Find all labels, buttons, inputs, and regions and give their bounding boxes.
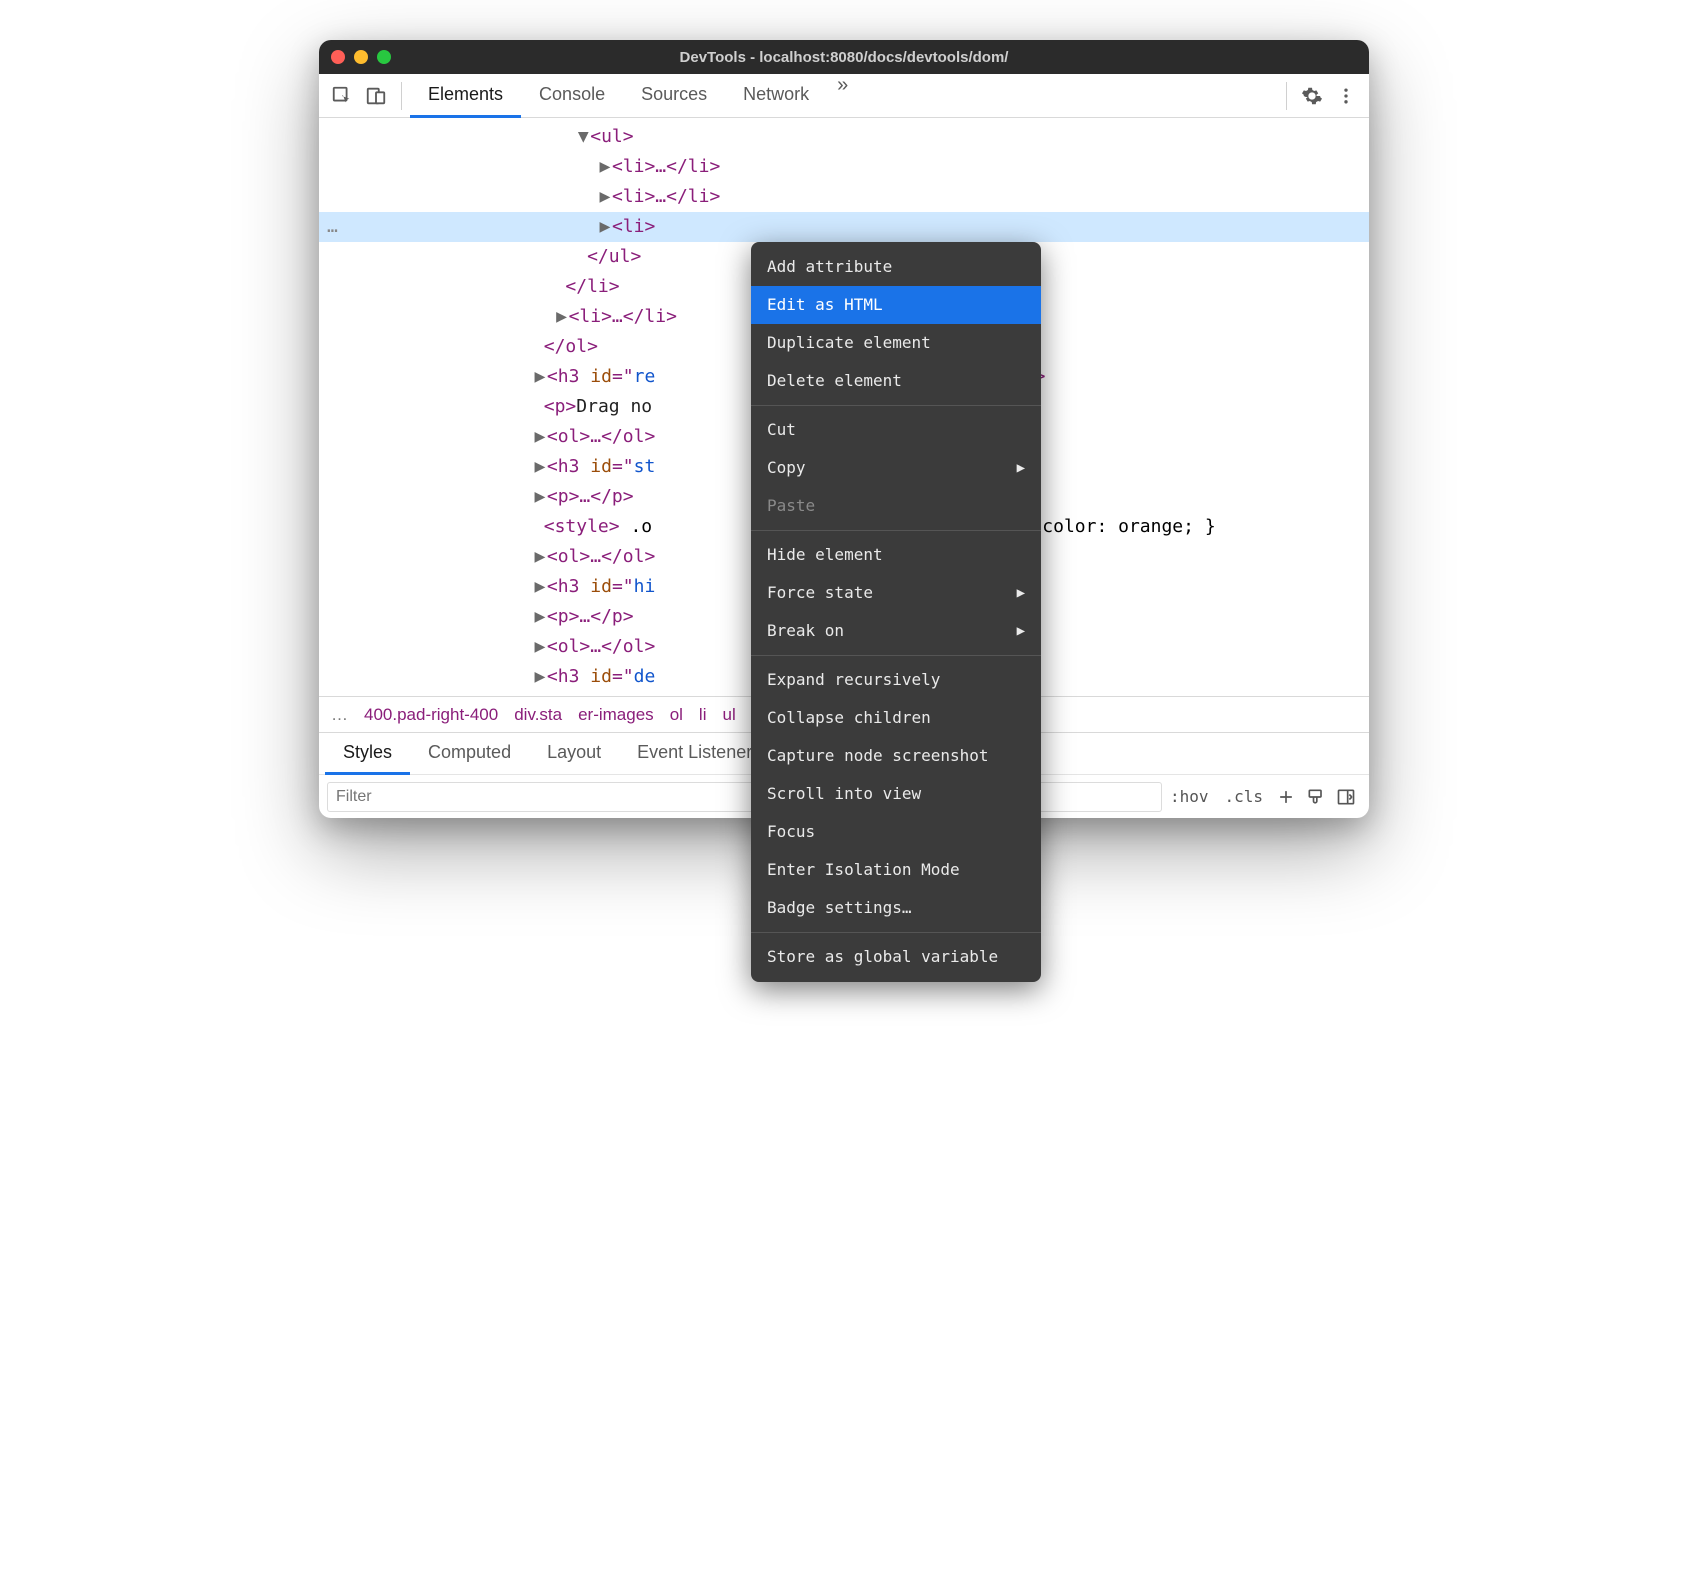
more-options-icon[interactable] <box>1329 86 1363 106</box>
context-menu-label: Store as global variable <box>767 942 998 972</box>
devtools-window: DevTools - localhost:8080/docs/devtools/… <box>319 40 1369 818</box>
crumb[interactable]: div.sta <box>514 705 562 725</box>
toolbar-separator <box>401 82 402 110</box>
minimize-window-button[interactable] <box>354 50 368 64</box>
context-menu-separator <box>751 405 1041 406</box>
context-menu-separator <box>751 932 1041 933</box>
context-menu-item[interactable]: Delete element <box>751 362 1041 400</box>
new-style-rule-icon[interactable] <box>1271 787 1301 807</box>
context-menu-item[interactable]: Focus <box>751 813 1041 851</box>
context-menu-label: Scroll into view <box>767 779 921 809</box>
tree-row[interactable]: ▼<ul> <box>319 122 1369 152</box>
context-menu-separator <box>751 530 1041 531</box>
context-menu-label: Badge settings… <box>767 893 912 923</box>
tree-row[interactable]: ▶<li>…</li> <box>319 152 1369 182</box>
context-menu: Add attribute Edit as HTML Duplicate eleme… <box>751 242 1041 982</box>
context-menu-item[interactable]: Edit as HTML <box>751 286 1041 324</box>
context-menu-label: Delete element <box>767 366 902 396</box>
context-menu-label: Capture node screenshot <box>767 741 989 771</box>
context-menu-item[interactable]: Badge settings… <box>751 889 1041 927</box>
paint-brush-icon[interactable] <box>1301 787 1331 807</box>
close-window-button[interactable] <box>331 50 345 64</box>
context-menu-separator <box>751 655 1041 656</box>
context-menu-label: Expand recursively <box>767 665 940 695</box>
context-menu-label: Add attribute <box>767 252 892 282</box>
submenu-arrow-icon: ▶ <box>1017 616 1025 646</box>
context-menu-label: Collapse children <box>767 703 931 733</box>
context-menu-item[interactable]: Capture node screenshot <box>751 737 1041 775</box>
context-menu-label: Copy <box>767 453 806 483</box>
crumb[interactable]: ul <box>722 705 735 725</box>
context-menu-item[interactable]: Force state ▶ <box>751 574 1041 612</box>
context-menu-item[interactable]: Copy ▶ <box>751 449 1041 487</box>
context-menu-label: Force state <box>767 578 873 608</box>
context-menu-label: Enter Isolation Mode <box>767 855 960 885</box>
submenu-arrow-icon: ▶ <box>1017 453 1025 483</box>
zoom-window-button[interactable] <box>377 50 391 64</box>
context-menu-label: Edit as HTML <box>767 290 883 320</box>
device-toolbar-icon[interactable] <box>359 79 393 113</box>
crumb[interactable]: ol <box>670 705 683 725</box>
crumb[interactable]: li <box>699 705 707 725</box>
crumb[interactable]: 400.pad-right-400 <box>364 705 498 725</box>
titlebar: DevTools - localhost:8080/docs/devtools/… <box>319 40 1369 74</box>
context-menu-item[interactable]: Enter Isolation Mode <box>751 851 1041 889</box>
tab-network[interactable]: Network <box>725 74 827 118</box>
panel-tabs: Elements Console Sources Network » <box>410 74 858 118</box>
subtab-styles[interactable]: Styles <box>325 733 410 775</box>
context-menu-label: Break on <box>767 616 844 646</box>
tree-row-selected[interactable]: … ▶<li> <box>319 212 1369 242</box>
inspect-element-icon[interactable] <box>325 79 359 113</box>
context-menu-label: Focus <box>767 817 815 847</box>
context-menu-item[interactable]: Expand recursively <box>751 661 1041 699</box>
submenu-arrow-icon: ▶ <box>1017 578 1025 608</box>
context-menu-item[interactable]: Break on ▶ <box>751 612 1041 650</box>
tab-console[interactable]: Console <box>521 74 623 118</box>
context-menu-label: Hide element <box>767 540 883 570</box>
crumb[interactable]: er-images <box>578 705 654 725</box>
tab-elements[interactable]: Elements <box>410 74 521 118</box>
main-toolbar: Elements Console Sources Network » <box>319 74 1369 118</box>
computed-sidebar-toggle-icon[interactable] <box>1331 787 1361 807</box>
context-menu-label: Cut <box>767 415 796 445</box>
cls-toggle[interactable]: .cls <box>1216 787 1271 806</box>
context-menu-label: Paste <box>767 491 815 521</box>
context-menu-item[interactable]: Collapse children <box>751 699 1041 737</box>
context-menu-item[interactable]: Store as global variable <box>751 938 1041 976</box>
context-menu-item[interactable]: Add attribute <box>751 248 1041 286</box>
hov-toggle[interactable]: :hov <box>1162 787 1217 806</box>
context-menu-item[interactable]: Cut <box>751 411 1041 449</box>
context-menu-item[interactable]: Scroll into view <box>751 775 1041 813</box>
traffic-lights <box>331 50 391 64</box>
context-menu-label: Duplicate element <box>767 328 931 358</box>
settings-gear-icon[interactable] <box>1295 85 1329 107</box>
crumb-ellipsis-left[interactable]: … <box>331 705 348 725</box>
tree-row[interactable]: ▶<li>…</li> <box>319 182 1369 212</box>
subtab-computed[interactable]: Computed <box>410 733 529 775</box>
elements-tree[interactable]: ▼<ul> ▶<li>…</li> ▶<li>…</li> … ▶<li> </… <box>319 118 1369 696</box>
context-menu-item[interactable]: Hide element <box>751 536 1041 574</box>
tabs-overflow[interactable]: » <box>827 74 858 118</box>
subtab-layout[interactable]: Layout <box>529 733 619 775</box>
window-title: DevTools - localhost:8080/docs/devtools/… <box>319 49 1369 66</box>
toolbar-separator <box>1286 82 1287 110</box>
context-menu-item[interactable]: Duplicate element <box>751 324 1041 362</box>
tab-sources[interactable]: Sources <box>623 74 725 118</box>
context-menu-item: Paste <box>751 487 1041 525</box>
